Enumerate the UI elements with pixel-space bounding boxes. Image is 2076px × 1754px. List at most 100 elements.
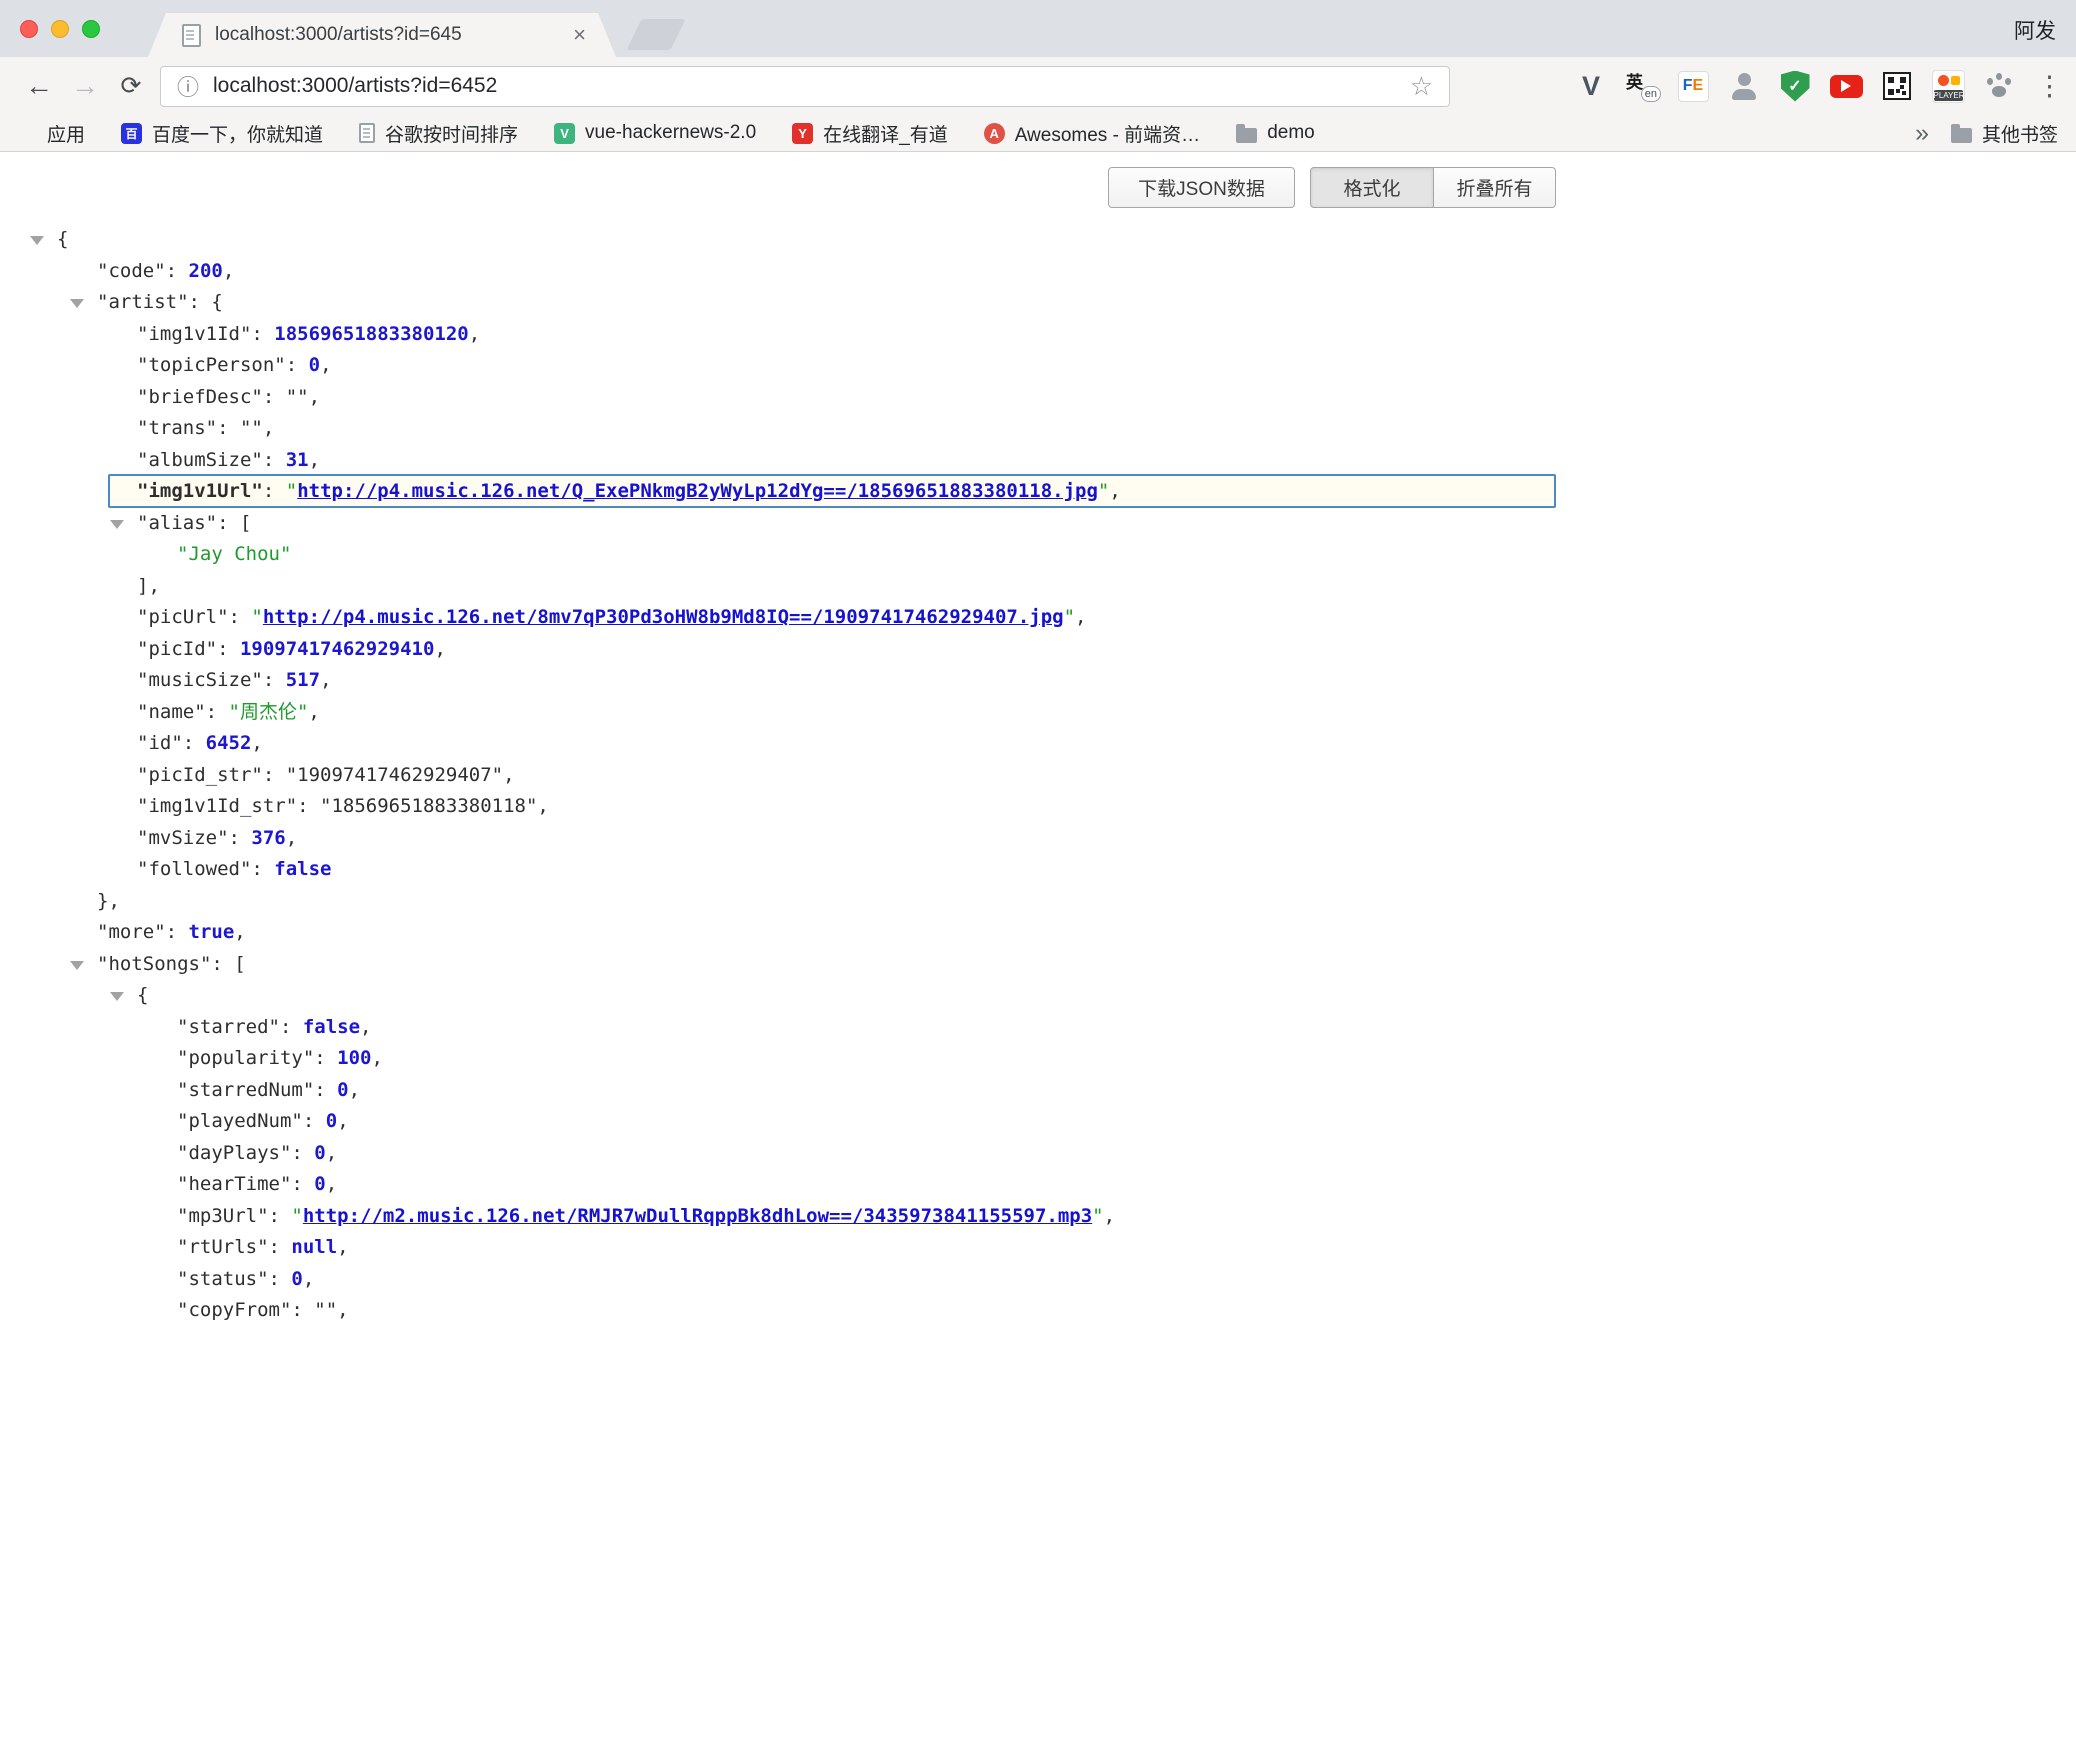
json-token: "19097417462929407" [286, 764, 503, 786]
json-token: }, [97, 890, 120, 912]
other-bookmarks-folder[interactable]: 其他书签 [1951, 120, 2058, 147]
download-json-button[interactable]: 下载JSON数据 [1108, 167, 1295, 208]
json-token: "name" [137, 701, 206, 723]
json-tree: {"code": 200,"artist": {"img1v1Id": 1856… [0, 152, 2076, 1327]
shield-extension-icon[interactable]: ✓ [1777, 68, 1813, 104]
collapse-toggle-icon[interactable] [70, 299, 84, 308]
minimize-window-button[interactable] [51, 20, 69, 38]
json-line: "musicSize": 517, [0, 665, 2076, 697]
vimium-extension-icon[interactable]: V [1573, 68, 1609, 104]
json-token: , [337, 1299, 348, 1321]
json-token: "" [240, 417, 263, 439]
json-token: "status" [177, 1268, 269, 1290]
bookmark-star-icon[interactable]: ☆ [1410, 71, 1433, 102]
json-token: "Jay Chou" [177, 543, 291, 565]
back-button[interactable]: ← [16, 63, 62, 109]
translate-extension-icon[interactable]: 英 en [1624, 68, 1660, 104]
json-token: : [183, 732, 206, 754]
json-token: null [291, 1236, 337, 1258]
bookmark-item[interactable]: 应用 [18, 120, 85, 147]
tab-title: localhost:3000/artists?id=645 [215, 24, 563, 46]
tab-close-icon[interactable]: × [573, 24, 586, 46]
json-line: "status": 0, [0, 1264, 2076, 1296]
json-token: "18569651883380118" [320, 795, 537, 817]
collapse-toggle-icon[interactable] [110, 992, 124, 1001]
json-token: : [291, 1173, 314, 1195]
page-info-icon[interactable]: ⓘ [177, 70, 199, 102]
json-url-link[interactable]: http://p4.music.126.net/Q_ExePNkmgB2yWyL… [297, 480, 1098, 502]
bookmark-label: 应用 [47, 120, 85, 147]
zoom-window-button[interactable] [82, 20, 100, 38]
json-token: "rtUrls" [177, 1236, 269, 1258]
json-token: { [137, 984, 148, 1006]
player-icon: PLAYER [1932, 70, 1965, 103]
json-token: "playedNum" [177, 1110, 303, 1132]
bookmark-item[interactable]: Vvue-hackernews-2.0 [554, 122, 756, 144]
json-token: : [286, 354, 309, 376]
fe-letter-e: E [1693, 77, 1704, 95]
fe-extension-icon[interactable]: F E [1675, 68, 1711, 104]
json-url-link[interactable]: http://p4.music.126.net/8mv7qP30Pd3oHW8b… [263, 606, 1064, 628]
json-token: [ [234, 953, 245, 975]
json-line: "img1v1Url": "http://p4.music.126.net/Q_… [0, 476, 2076, 508]
collapse-toggle-icon[interactable] [70, 961, 84, 970]
json-line: "albumSize": 31, [0, 445, 2076, 477]
json-token: "mvSize" [137, 827, 229, 849]
collapse-toggle-icon[interactable] [110, 520, 124, 529]
youtube-extension-icon[interactable] [1828, 68, 1864, 104]
json-token: , [308, 701, 319, 723]
json-line: "name": "周杰伦", [0, 697, 2076, 729]
profile-name[interactable]: 阿发 [2014, 15, 2056, 45]
json-token: "trans" [137, 417, 217, 439]
json-token: : [269, 1268, 292, 1290]
json-token: , [234, 921, 245, 943]
json-token: 376 [251, 827, 285, 849]
json-token: : [280, 1016, 303, 1038]
json-line: }, [0, 886, 2076, 918]
collapse-toggle-icon[interactable] [30, 236, 44, 245]
collapse-all-button[interactable]: 折叠所有 [1434, 167, 1556, 208]
json-token: , [360, 1016, 371, 1038]
json-token: : [263, 449, 286, 471]
bookmark-label: 百度一下，你就知道 [152, 120, 323, 147]
qrcode-extension-icon[interactable] [1879, 68, 1915, 104]
page-actions: 下载JSON数据 格式化 折叠所有 [1108, 167, 1556, 208]
bookmark-item[interactable]: AAwesomes - 前端资… [984, 120, 1200, 147]
json-token: 0 [309, 354, 320, 376]
close-window-button[interactable] [20, 20, 38, 38]
json-line: "picId_str": "19097417462929407", [0, 760, 2076, 792]
format-button[interactable]: 格式化 [1310, 167, 1434, 208]
json-token: "followed" [137, 858, 251, 880]
browser-menu-icon[interactable]: ⋮ [2036, 71, 2060, 102]
bookmark-item[interactable]: Y在线翻译_有道 [792, 120, 948, 147]
player-extension-icon[interactable]: PLAYER [1930, 68, 1966, 104]
extensions-row: V 英 en F E ✓ [1573, 68, 2060, 104]
new-tab-button[interactable] [626, 19, 685, 50]
json-token: 0 [314, 1142, 325, 1164]
json-token: , [223, 260, 234, 282]
bookmark-item[interactable]: demo [1236, 122, 1315, 144]
json-token: : [263, 386, 286, 408]
json-token: "topicPerson" [137, 354, 286, 376]
bookmark-item[interactable]: 谷歌按时间排序 [359, 120, 518, 147]
paw-extension-icon[interactable] [1981, 68, 2017, 104]
json-token: false [303, 1016, 360, 1038]
json-token: 0 [326, 1110, 337, 1132]
player-label: PLAYER [1934, 90, 1963, 101]
json-token: , [309, 386, 320, 408]
window-controls [20, 20, 100, 38]
json-token: ], [137, 575, 160, 597]
browser-tab[interactable]: localhost:3000/artists?id=645 × [148, 13, 616, 57]
address-bar[interactable]: ⓘ localhost:3000/artists?id=6452 ☆ [160, 66, 1450, 107]
reload-button[interactable]: ⟳ [108, 63, 154, 109]
json-token: "mp3Url" [177, 1205, 269, 1227]
json-token: , [469, 323, 480, 345]
url-text[interactable]: localhost:3000/artists?id=6452 [213, 74, 497, 98]
profile-person-extension-icon[interactable] [1726, 68, 1762, 104]
json-line: "img1v1Id_str": "18569651883380118", [0, 791, 2076, 823]
json-line: "more": true, [0, 917, 2076, 949]
json-url-link[interactable]: http://m2.music.126.net/RMJR7wDullRqppBk… [303, 1205, 1092, 1227]
bookmark-item[interactable]: 百百度一下，你就知道 [121, 120, 323, 147]
bookmarks-overflow-chevron[interactable]: » [1915, 121, 1929, 146]
json-token: 0 [291, 1268, 302, 1290]
